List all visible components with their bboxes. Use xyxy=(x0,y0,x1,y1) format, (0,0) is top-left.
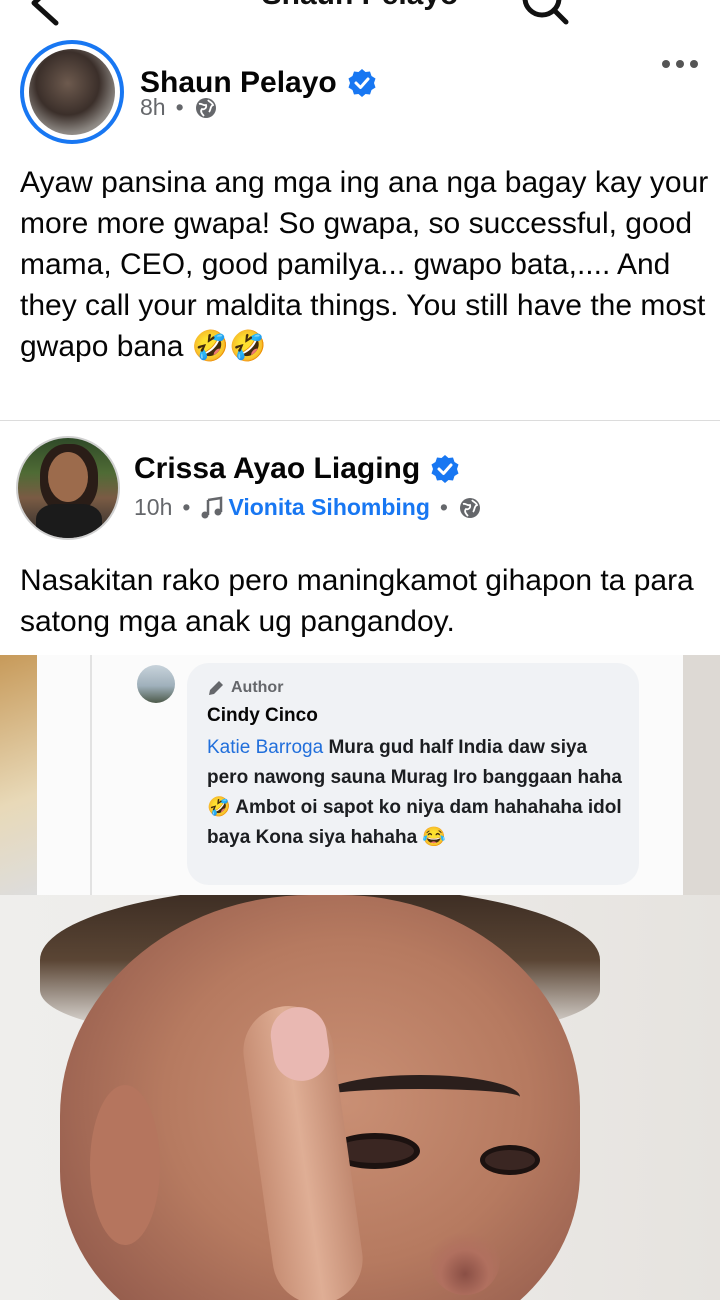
top-app-bar: Shaun Pelayo xyxy=(0,0,720,41)
header-title: Shaun Pelayo xyxy=(0,0,720,12)
post-text: Nasakitan rako pero maningkamot gihapon … xyxy=(20,564,694,638)
photo-eyebrow xyxy=(320,1075,520,1119)
author-badge: Author xyxy=(207,679,283,697)
photo-nose xyxy=(430,1225,500,1295)
avatar-clothing xyxy=(36,504,102,538)
commenter-avatar xyxy=(137,665,175,703)
meta-separator: • xyxy=(175,94,184,120)
song-title[interactable]: Vionita Sihombing xyxy=(228,494,429,521)
post-meta: 10h • Vionita Sihombing • xyxy=(134,494,482,521)
verified-badge-icon xyxy=(430,454,460,484)
avatar-face xyxy=(48,452,88,502)
crying-woman-photo xyxy=(0,895,720,1300)
meta-separator: • xyxy=(182,494,191,520)
meta-separator: • xyxy=(439,494,448,520)
song-link[interactable]: Vionita Sihombing xyxy=(200,494,430,521)
post-author[interactable]: Crissa Ayao Liaging xyxy=(134,452,460,486)
post-image[interactable]: Author Cindy Cinco Katie Barroga Mura gu… xyxy=(0,655,720,1300)
photo-eye xyxy=(480,1145,540,1175)
globe-icon xyxy=(194,96,218,120)
verified-badge-icon xyxy=(347,68,377,98)
author-badge-label: Author xyxy=(231,679,284,696)
avatar-photo xyxy=(29,49,115,135)
commenter-name: Cindy Cinco xyxy=(207,705,318,726)
comment-bubble: Author Cindy Cinco Katie Barroga Mura gu… xyxy=(187,663,639,885)
post-time[interactable]: 8h xyxy=(140,94,166,121)
pencil-icon xyxy=(207,679,225,697)
avatar[interactable] xyxy=(20,40,124,144)
post-text: Ayaw pansina ang mga ing ana nga bagay k… xyxy=(20,166,709,363)
post-divider xyxy=(0,420,720,421)
globe-icon xyxy=(458,496,482,520)
post-card: Shaun Pelayo 8h • Ayaw pansina ang mga i… xyxy=(0,40,720,420)
comment-text: Katie Barroga Mura gud half India daw si… xyxy=(207,733,627,853)
search-icon[interactable] xyxy=(520,0,570,26)
post-time[interactable]: 10h xyxy=(134,494,172,521)
comment-screenshot: Author Cindy Cinco Katie Barroga Mura gu… xyxy=(37,655,683,895)
music-note-icon xyxy=(200,496,224,520)
thread-line xyxy=(90,655,92,895)
author-name[interactable]: Crissa Ayao Liaging xyxy=(134,452,420,486)
post-meta: 8h • xyxy=(140,94,218,121)
comment-mention: Katie Barroga xyxy=(207,737,324,758)
more-options-icon[interactable] xyxy=(662,60,698,68)
avatar[interactable] xyxy=(16,436,120,540)
image-background xyxy=(680,655,720,895)
image-background xyxy=(0,655,40,895)
photo-ear xyxy=(90,1085,160,1245)
